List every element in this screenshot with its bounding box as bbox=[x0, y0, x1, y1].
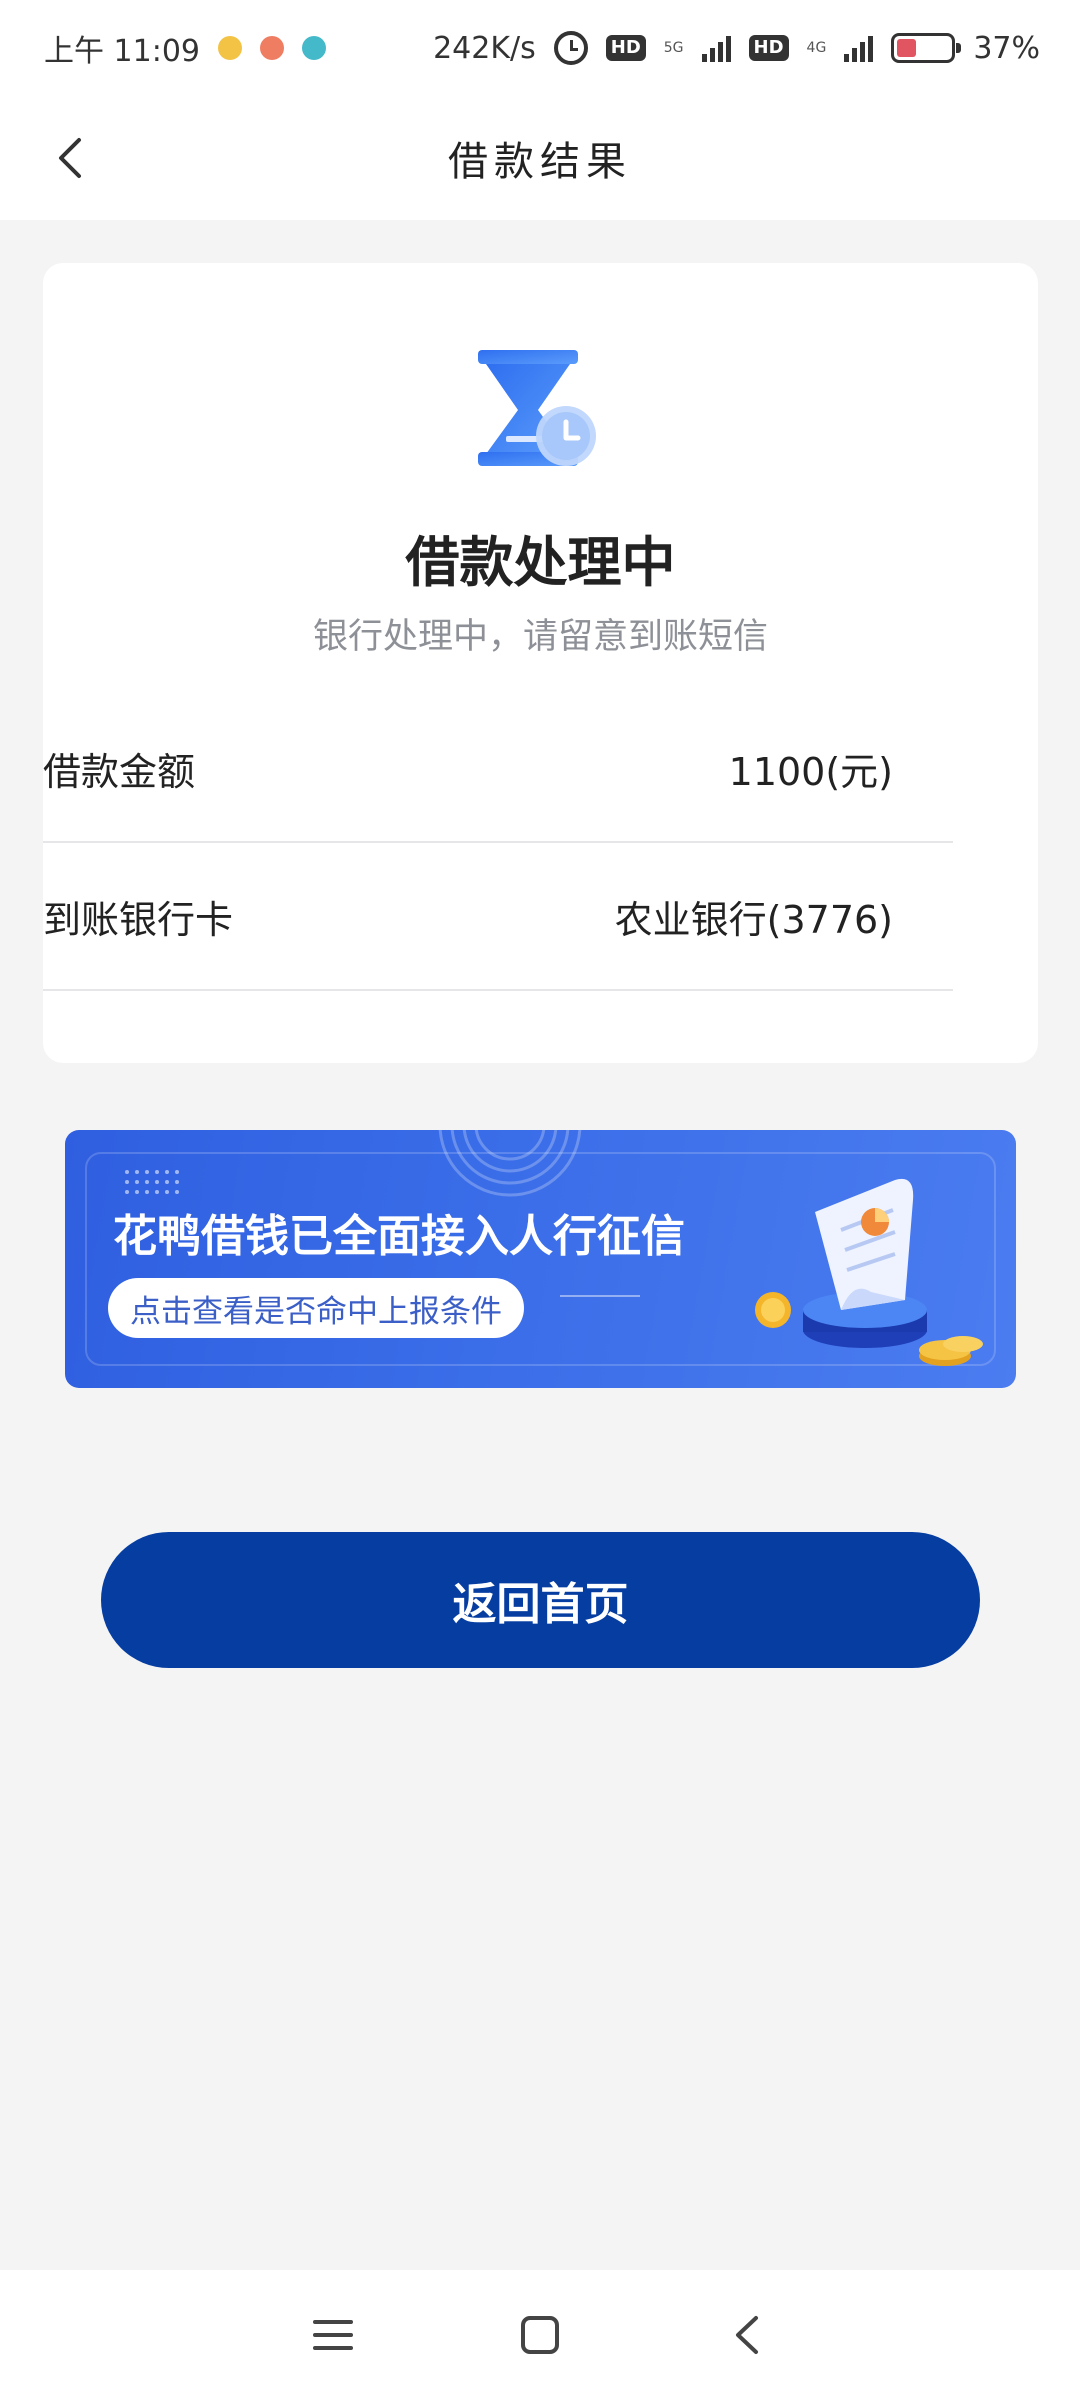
credit-report-banner[interactable]: 花鸭借钱已全面接入人行征信 点击查看是否命中上报条件 bbox=[65, 1130, 1016, 1388]
hd-badge: HD bbox=[605, 35, 646, 61]
status-right: 242K/s HD 5G HD 4G 37% bbox=[433, 31, 1040, 66]
credit-report-illustration bbox=[755, 1178, 983, 1366]
nav-bar: 借款结果 bbox=[0, 96, 1080, 220]
bank-card-row: 到账银行卡 农业银行(3776) bbox=[43, 843, 953, 991]
banner-divider bbox=[560, 1295, 640, 1297]
loan-amount-value: 1100(元) bbox=[728, 749, 893, 794]
alarm-icon bbox=[553, 31, 588, 65]
net-speed: 242K/s bbox=[433, 30, 536, 66]
system-menu-button[interactable] bbox=[303, 2305, 363, 2365]
banner-title: 花鸭借钱已全面接入人行征信 bbox=[113, 1211, 685, 1262]
chat-notification-icon bbox=[302, 36, 326, 60]
loan-amount-row: 借款金额 1100(元) bbox=[43, 695, 953, 843]
signal-icon bbox=[701, 34, 731, 62]
system-nav-bar bbox=[0, 2270, 1080, 2400]
status-left: 上午 11:09 bbox=[44, 26, 326, 70]
status-bar: 上午 11:09 242K/s HD 5G HD 4G 37% bbox=[0, 0, 1080, 96]
bank-card-label: 到账银行卡 bbox=[43, 897, 234, 942]
message-notification-icon bbox=[218, 36, 242, 60]
return-home-button[interactable]: 返回首页 bbox=[101, 1532, 980, 1668]
menu-icon bbox=[313, 2320, 354, 2350]
page-title: 借款结果 bbox=[448, 139, 632, 185]
result-title: 借款处理中 bbox=[405, 531, 676, 594]
battery-icon bbox=[891, 33, 962, 63]
chevron-left-icon bbox=[59, 138, 81, 178]
banner-cta-button[interactable]: 点击查看是否命中上报条件 bbox=[108, 1278, 524, 1338]
signal-icon-2 bbox=[844, 34, 874, 62]
hd-badge-2: HD bbox=[748, 35, 789, 61]
network-type-5g: 5G bbox=[663, 40, 684, 56]
battery-percent: 37% bbox=[973, 30, 1040, 66]
system-home-button[interactable] bbox=[510, 2305, 570, 2365]
home-square-icon bbox=[520, 2316, 559, 2354]
back-triangle-icon bbox=[735, 2316, 758, 2354]
hourglass-clock-icon bbox=[478, 350, 596, 466]
bank-card-value: 农业银行(3776) bbox=[614, 897, 893, 942]
app-notification-icon bbox=[260, 36, 284, 60]
network-type-4g: 4G bbox=[806, 40, 827, 56]
status-time: 上午 11:09 bbox=[44, 34, 200, 69]
back-button[interactable] bbox=[40, 128, 100, 188]
result-subtitle: 银行处理中，请留意到账短信 bbox=[312, 617, 768, 657]
loan-amount-label: 借款金额 bbox=[43, 749, 196, 794]
system-back-button[interactable] bbox=[717, 2305, 777, 2365]
